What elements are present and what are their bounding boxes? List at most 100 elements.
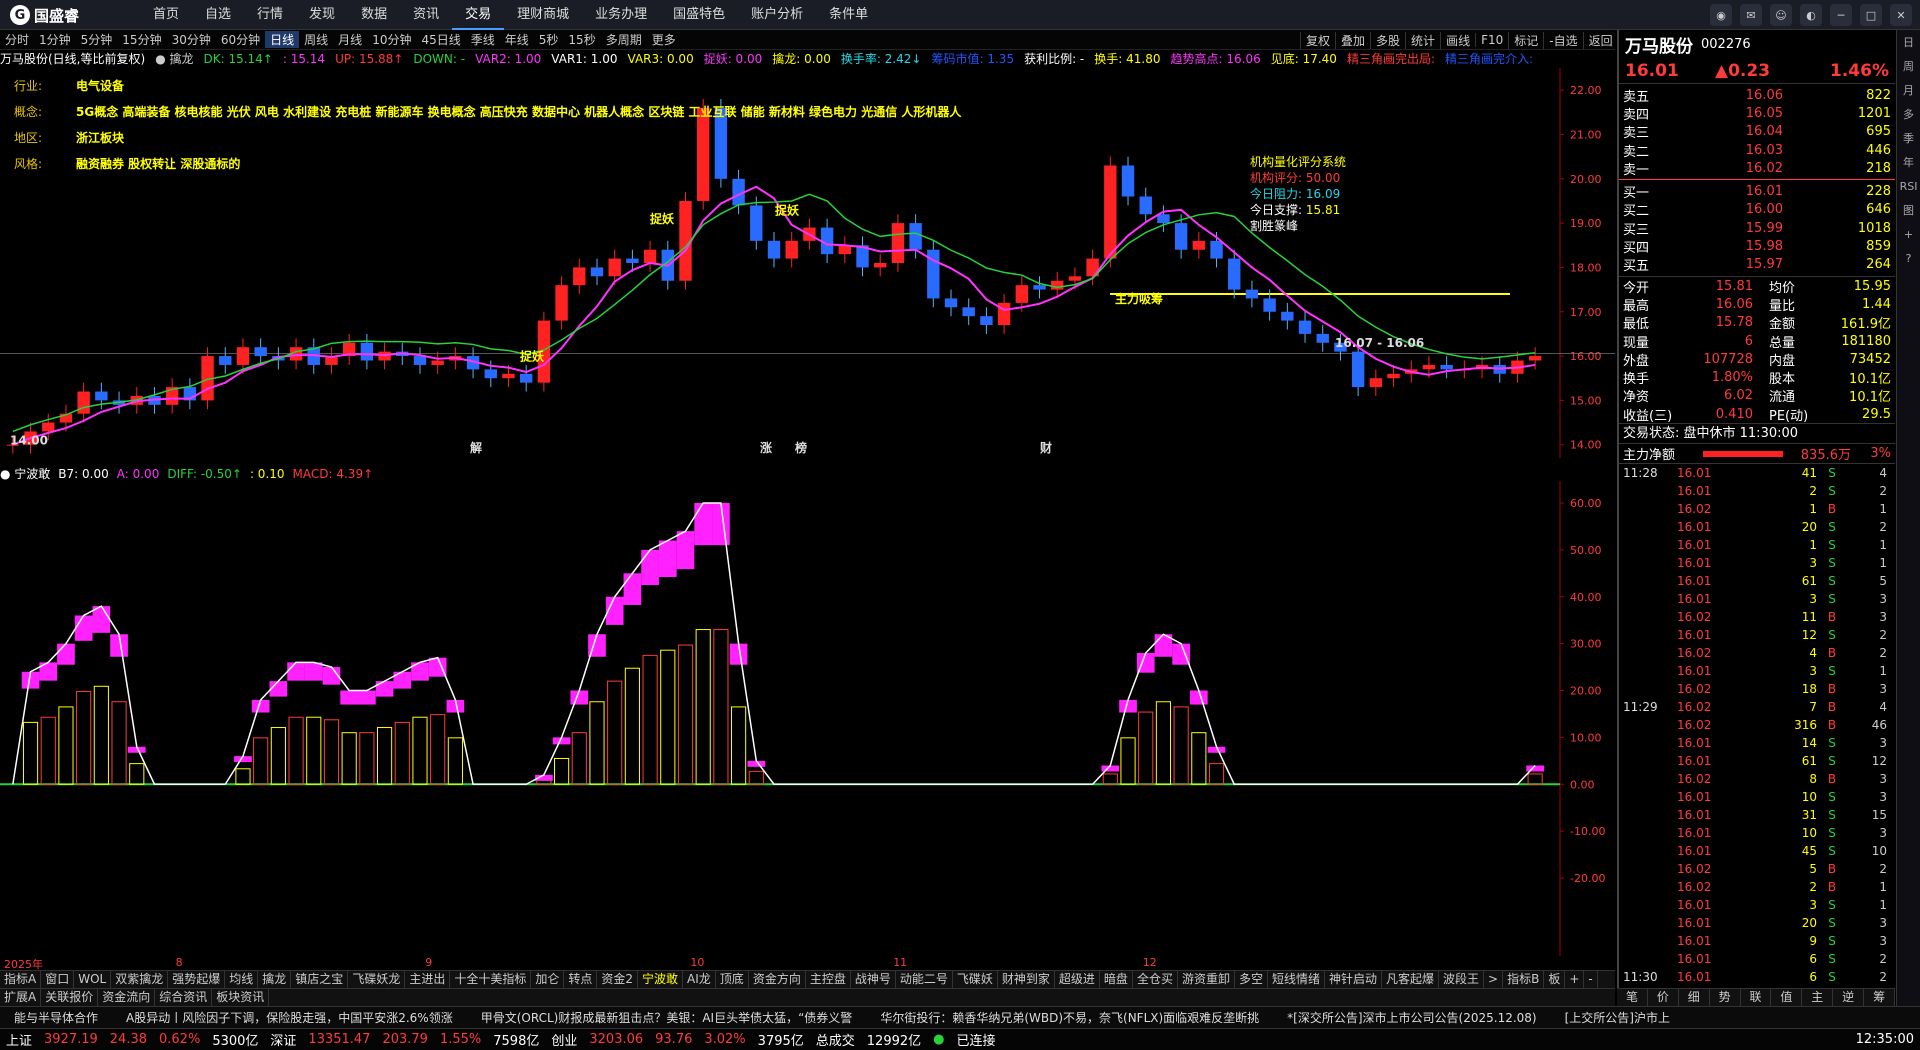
period-option[interactable]: 45日线 — [416, 31, 465, 48]
indicator-tab[interactable]: - — [1584, 971, 1598, 988]
news-item[interactable]: A股异动丨风险因子下调，保险股走强，中国平安涨2.6%领涨 — [112, 1009, 467, 1026]
period-option[interactable]: 15秒 — [563, 31, 600, 48]
nav-item[interactable]: 首页 — [140, 0, 192, 30]
mail-icon[interactable]: ✉ — [1740, 4, 1762, 26]
side-icon[interactable]: 月 — [1897, 78, 1920, 102]
indicator-tab[interactable]: 波段王 — [1439, 971, 1485, 988]
indicator-tab[interactable]: 飞碟妖龙 — [348, 971, 406, 988]
sub-indicator-chart[interactable]: -20.00 -10.00 0.00 10.00 20.00 30.00 40.00 50.0… — [0, 481, 1615, 956]
news-item[interactable]: *[深交所公告]深市上市公司公告(2025.12.08) — [1273, 1009, 1550, 1026]
side-icon[interactable]: + — [1897, 222, 1920, 246]
chart-tool-button[interactable]: 多股 — [1370, 31, 1405, 49]
tick-list[interactable]: 11:28 16.01 41 S 4 16.01 2 S 2 16.02 1 B 1 16.01 20 S 2 1… — [1619, 464, 1895, 986]
chart-tool-button[interactable]: F10 — [1475, 33, 1508, 47]
period-option[interactable]: 年线 — [500, 31, 534, 48]
indicator-tab[interactable]: 强势起爆 — [168, 971, 226, 988]
period-option[interactable]: 更多 — [647, 31, 681, 48]
side-icon[interactable]: 日 — [1897, 30, 1920, 54]
indicator-tab[interactable]: 多空 — [1235, 971, 1268, 988]
indicator-tab[interactable]: 板 — [1544, 971, 1566, 988]
indicator-tab[interactable]: 飞碟妖 — [953, 971, 998, 988]
indicator-tab[interactable]: 均线 — [225, 971, 259, 988]
chart-tool-button[interactable]: 画线 — [1440, 31, 1475, 49]
minimize-icon[interactable]: ─ — [1830, 4, 1852, 26]
quote-tab[interactable]: 势 — [1710, 989, 1741, 1006]
indicator-tab[interactable]: 全仓买 — [1133, 971, 1178, 988]
side-icon[interactable]: 多 — [1897, 102, 1920, 126]
indicator-tab[interactable]: 神针启动 — [1325, 971, 1383, 988]
indicator-tab[interactable]: 双紫擒龙 — [111, 971, 169, 988]
period-option[interactable]: 30分钟 — [167, 31, 216, 48]
indicator-tab[interactable]: 镇店之宝 — [291, 971, 349, 988]
indicator-tab[interactable]: > — [1484, 971, 1504, 988]
quote-tab[interactable]: 逆 — [1833, 989, 1865, 1006]
quote-tab[interactable]: 细 — [1679, 989, 1710, 1006]
indicator-tab[interactable]: AI龙 — [683, 971, 716, 988]
quote-tab[interactable]: 笔 — [1617, 989, 1648, 1006]
nav-item[interactable]: 业务办理 — [582, 0, 660, 30]
indicator-tab[interactable]: 转点 — [564, 971, 598, 988]
period-option[interactable]: 分时 — [0, 31, 34, 48]
indicator-tab[interactable]: 十全十美指标 — [450, 971, 532, 988]
quote-tab[interactable]: 主 — [1802, 989, 1834, 1006]
chart-tool-button[interactable]: 叠加 — [1335, 31, 1370, 49]
indicator-tab[interactable]: 动能二号 — [896, 971, 953, 988]
period-option[interactable]: 10分钟 — [367, 31, 416, 48]
user-icon[interactable]: ☺ — [1770, 4, 1792, 26]
nav-item[interactable]: 行情 — [244, 0, 296, 30]
period-option[interactable]: 月线 — [333, 31, 367, 48]
bottom-tab[interactable]: 板块资讯 — [212, 989, 270, 1006]
nav-item[interactable]: 自选 — [192, 0, 244, 30]
indicator-tab[interactable]: 资金2 — [597, 971, 639, 988]
chat-icon[interactable]: ◉ — [1710, 4, 1732, 26]
nav-item[interactable]: 发现 — [296, 0, 348, 30]
nav-item[interactable]: 国盛特色 — [660, 0, 738, 30]
news-item[interactable]: 华尔街投行：赖香华纳兄弟(WBD)不易，奈飞(NFLX)面临艰难反垄断挑 — [866, 1009, 1273, 1026]
chart-tool-button[interactable]: 复权 — [1300, 31, 1335, 49]
side-icon[interactable]: 季 — [1897, 126, 1920, 150]
bottom-tab[interactable]: 综合资讯 — [155, 989, 213, 1006]
bottom-tab[interactable]: 关联报价 — [41, 989, 99, 1006]
nav-item[interactable]: 账户分析 — [738, 0, 816, 30]
nav-item[interactable]: 资讯 — [400, 0, 452, 30]
skin-icon[interactable]: ◐ — [1800, 4, 1822, 26]
period-option[interactable]: 周线 — [299, 31, 333, 48]
chart-tool-button[interactable]: -自选 — [1543, 31, 1582, 49]
indicator-tab[interactable]: 主控盘 — [806, 971, 851, 988]
indicator-tab[interactable]: 加仑 — [531, 971, 565, 988]
period-option[interactable]: 60分钟 — [216, 31, 265, 48]
indicator-tab[interactable]: 暗盘 — [1100, 971, 1133, 988]
chart-tool-button[interactable]: 返回 — [1582, 31, 1618, 49]
indicator-tab[interactable]: 短线情绪 — [1268, 971, 1325, 988]
news-item[interactable]: 能与半导体合作 — [0, 1009, 112, 1026]
indicator-tab[interactable]: 指标A — [0, 971, 42, 988]
indicator-tab[interactable]: 顶底 — [716, 971, 749, 988]
nav-item[interactable]: 条件单 — [816, 0, 881, 30]
side-icon[interactable]: ? — [1897, 246, 1920, 270]
side-icon[interactable]: 周 — [1897, 54, 1920, 78]
indicator-tab[interactable]: 资金方向 — [749, 971, 806, 988]
indicator-tab[interactable]: WOL — [74, 971, 112, 988]
news-ticker[interactable]: 能与半导体合作 A股异动丨风险因子下调，保险股走强，中国平安涨2.6%领涨 甲骨文(… — [0, 1006, 1920, 1028]
indicator-tab[interactable]: 主进出 — [405, 971, 451, 988]
maximize-icon[interactable]: □ — [1860, 4, 1882, 26]
news-item[interactable]: 甲骨文(ORCL)财报成最新狙击点？美银：AI巨头举债太猛，“债券义警 — [467, 1009, 867, 1026]
side-icon[interactable]: 图 — [1897, 198, 1920, 222]
quote-tab[interactable]: 值 — [1771, 989, 1803, 1006]
period-option[interactable]: 1分钟 — [34, 31, 76, 48]
quote-tab[interactable]: 联 — [1741, 989, 1772, 1006]
period-option[interactable]: 季线 — [466, 31, 500, 48]
indicator-tab[interactable]: 游资重卸 — [1178, 971, 1235, 988]
chart-tool-button[interactable]: 统计 — [1405, 31, 1440, 49]
news-item[interactable]: [上交所公告]沪市上 — [1551, 1009, 1684, 1026]
period-option[interactable]: 日线 — [265, 31, 300, 48]
indicator-tab[interactable]: 宁波敢 — [638, 971, 684, 988]
chart-tool-button[interactable]: 标记 — [1508, 31, 1543, 49]
period-option[interactable]: 5秒 — [534, 31, 564, 48]
indicator-tab[interactable]: 财神到家 — [998, 971, 1055, 988]
indicator-tab[interactable]: 窗口 — [41, 971, 75, 988]
indicator-tab[interactable]: 指标B — [1503, 971, 1545, 988]
indicator-tab[interactable]: 超级进 — [1055, 971, 1100, 988]
side-icon[interactable]: RSI — [1897, 174, 1920, 198]
indicator-tab[interactable]: + — [1565, 971, 1585, 988]
